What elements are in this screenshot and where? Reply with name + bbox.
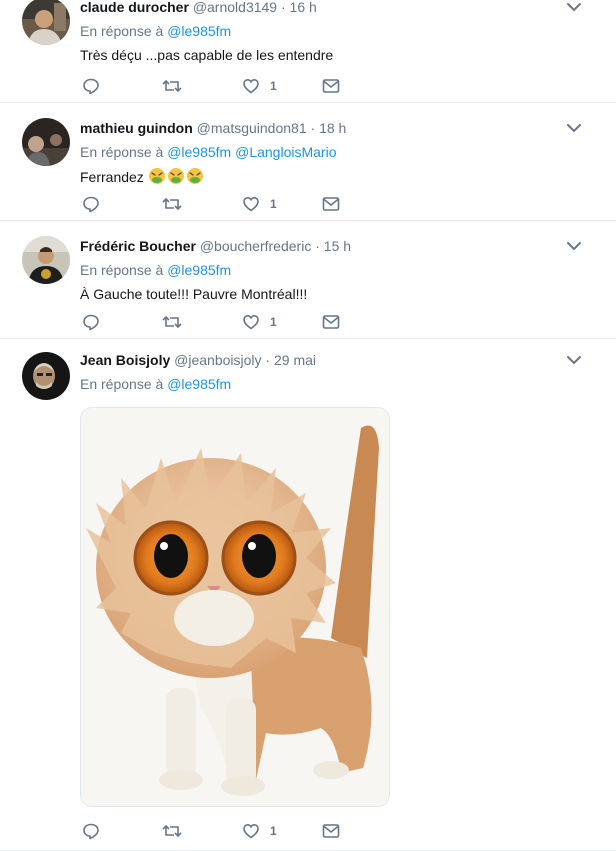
- reply-prefix: En réponse à: [80, 376, 164, 392]
- fullname[interactable]: mathieu guindon: [80, 120, 193, 136]
- heart-icon: [242, 77, 260, 95]
- tweet-actions: 1: [80, 312, 380, 332]
- fullname[interactable]: Frédéric Boucher: [80, 238, 196, 254]
- heart-icon: [242, 822, 260, 840]
- fullname[interactable]: claude durocher: [80, 0, 189, 15]
- username[interactable]: @boucherfrederic: [200, 238, 312, 254]
- direct-message-button[interactable]: [322, 821, 340, 841]
- retweet-icon: [162, 822, 182, 840]
- separator: ·: [265, 352, 271, 368]
- like-count: 1: [270, 197, 277, 211]
- separator: ·: [310, 120, 316, 136]
- tweet-text-content: Ferrandez: [80, 169, 144, 185]
- tweet-actions: 1: [80, 194, 380, 214]
- cat-image: [81, 408, 389, 806]
- timestamp[interactable]: 15 h: [324, 238, 351, 254]
- retweet-button[interactable]: [162, 312, 182, 332]
- mention-link[interactable]: @le985fm: [167, 376, 231, 392]
- nauseated-face-icon: [148, 167, 204, 189]
- tweet-text: À Gauche toute!!! Pauvre Montréal!!!: [80, 286, 308, 302]
- retweet-icon: [162, 313, 182, 331]
- chevron-down-icon[interactable]: [566, 353, 582, 365]
- tweet-header: mathieu guindon @matsguindon81 · 18 h: [80, 119, 346, 137]
- mention-link[interactable]: @LangloisMario: [235, 144, 336, 160]
- tweet-actions: 1: [80, 76, 380, 96]
- tweet[interactable]: mathieu guindon @matsguindon81 · 18 h En…: [0, 103, 616, 221]
- mention-link[interactable]: @le985fm: [167, 262, 231, 278]
- avatar[interactable]: [22, 352, 70, 400]
- retweet-icon: [162, 77, 182, 95]
- reply-icon: [82, 195, 100, 213]
- separator: ·: [315, 238, 320, 254]
- reply-context: En réponse à @le985fm @LangloisMario: [80, 143, 336, 161]
- envelope-icon: [322, 196, 340, 212]
- chevron-down-icon[interactable]: [566, 121, 582, 133]
- reply-prefix: En réponse à: [80, 262, 164, 278]
- avatar[interactable]: [22, 118, 70, 166]
- reply-context: En réponse à @le985fm: [80, 261, 231, 279]
- direct-message-button[interactable]: [322, 76, 340, 96]
- tweet[interactable]: Frédéric Boucher @boucherfrederic · 15 h…: [0, 221, 616, 339]
- avatar[interactable]: [22, 236, 70, 284]
- reply-button[interactable]: [82, 312, 100, 332]
- tweet-header: Frédéric Boucher @boucherfrederic · 15 h: [80, 237, 351, 255]
- envelope-icon: [322, 78, 340, 94]
- mention-link[interactable]: @le985fm: [167, 23, 231, 39]
- like-count: 1: [270, 824, 277, 838]
- direct-message-button[interactable]: [322, 312, 340, 332]
- tweet-media-image[interactable]: [80, 407, 390, 807]
- reply-button[interactable]: [82, 76, 100, 96]
- tweet[interactable]: Jean Boisjoly @jeanboisjoly · 29 mai En …: [0, 339, 616, 851]
- reply-icon: [82, 313, 100, 331]
- reply-icon: [82, 822, 100, 840]
- retweet-button[interactable]: [162, 194, 182, 214]
- like-button[interactable]: 1: [242, 194, 277, 214]
- timestamp[interactable]: 29 mai: [274, 352, 316, 368]
- like-button[interactable]: 1: [242, 821, 277, 841]
- like-button[interactable]: 1: [242, 312, 277, 332]
- tweet-text: Très déçu ...pas capable de les entendre: [80, 47, 334, 63]
- tweet-text: Ferrandez: [80, 167, 204, 189]
- username[interactable]: @matsguindon81: [197, 120, 307, 136]
- reply-button[interactable]: [82, 821, 100, 841]
- retweet-button[interactable]: [162, 76, 182, 96]
- tweet-header: Jean Boisjoly @jeanboisjoly · 29 mai: [80, 351, 316, 369]
- timestamp[interactable]: 16 h: [290, 0, 317, 15]
- heart-icon: [242, 313, 260, 331]
- chevron-down-icon[interactable]: [566, 239, 582, 251]
- fullname[interactable]: Jean Boisjoly: [80, 352, 170, 368]
- like-count: 1: [270, 315, 277, 329]
- reply-context: En réponse à @le985fm: [80, 375, 231, 393]
- timeline: claude durocher @arnold3149 · 16 h En ré…: [0, 0, 616, 851]
- reply-prefix: En réponse à: [80, 23, 164, 39]
- heart-icon: [242, 195, 260, 213]
- tweet[interactable]: claude durocher @arnold3149 · 16 h En ré…: [0, 0, 616, 103]
- username[interactable]: @arnold3149: [193, 0, 277, 15]
- reply-prefix: En réponse à: [80, 144, 164, 160]
- retweet-icon: [162, 195, 182, 213]
- avatar[interactable]: [22, 0, 70, 45]
- reply-button[interactable]: [82, 194, 100, 214]
- tweet-header: claude durocher @arnold3149 · 16 h: [80, 0, 317, 16]
- timestamp[interactable]: 18 h: [319, 120, 346, 136]
- like-button[interactable]: 1: [242, 76, 277, 96]
- like-count: 1: [270, 79, 277, 93]
- envelope-icon: [322, 314, 340, 330]
- envelope-icon: [322, 823, 340, 839]
- mention-link[interactable]: @le985fm: [167, 144, 231, 160]
- direct-message-button[interactable]: [322, 194, 340, 214]
- tweet-actions: 1: [80, 821, 380, 841]
- reply-context: En réponse à @le985fm: [80, 22, 231, 40]
- reply-icon: [82, 77, 100, 95]
- separator: ·: [280, 0, 286, 15]
- username[interactable]: @jeanboisjoly: [174, 352, 261, 368]
- retweet-button[interactable]: [162, 821, 182, 841]
- chevron-down-icon[interactable]: [566, 0, 582, 12]
